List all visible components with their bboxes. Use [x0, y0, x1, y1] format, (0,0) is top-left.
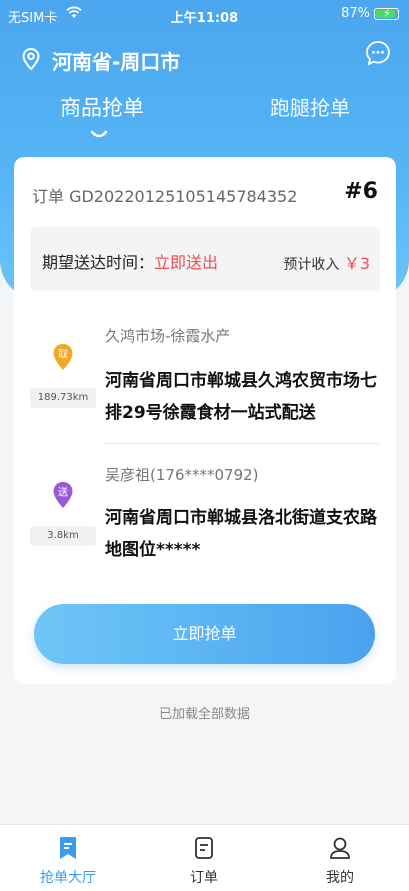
- all-loaded-text: 已加载全部数据: [158, 707, 250, 722]
- nav-mine[interactable]: 我的: [300, 833, 380, 887]
- income-value: ￥3: [343, 254, 370, 273]
- nav-label: 订单: [190, 870, 218, 886]
- pickup-distance: 189.73km: [30, 388, 96, 408]
- document-icon: [164, 833, 244, 863]
- location-selector[interactable]: 河南省-周口市: [22, 46, 180, 75]
- pickup-name: 久鸿市场-徐霞水产: [105, 327, 231, 345]
- bottom-nav: 抢单大厅 订单 我的: [0, 824, 409, 891]
- expect-value: 立即送出: [154, 253, 219, 272]
- battery-percent: 87%: [341, 6, 370, 21]
- grab-order-button[interactable]: 立即抢单: [34, 604, 375, 664]
- message-icon[interactable]: [365, 40, 391, 70]
- location-label: 河南省-周口市: [52, 50, 181, 74]
- status-bar: 无SIM卡 上午11:08 87% ⚡: [0, 0, 409, 30]
- income-label: 预计收入: [283, 257, 340, 273]
- battery-indicator: 87% ⚡: [341, 6, 399, 21]
- delivery-badge: 送: [58, 486, 68, 499]
- expect-time: 期望送达时间：立即送出: [42, 249, 218, 273]
- nav-label: 抢单大厅: [40, 870, 96, 886]
- tab-bar: 商品抢单 跑腿抢单: [0, 92, 409, 142]
- nav-orders[interactable]: 订单: [164, 833, 244, 887]
- delivery-contact: 吴彦祖(176****0792): [105, 466, 259, 484]
- order-number: 订单 GD20220125105145784352: [32, 187, 298, 206]
- order-index: #6: [344, 179, 378, 204]
- user-icon: [300, 833, 380, 863]
- pickup-address: 河南省周口市郸城县久鸿农贸市场七排29号徐霞食材一站式配送: [105, 371, 377, 423]
- tab-goods-grab[interactable]: 商品抢单: [60, 92, 144, 122]
- divider: [104, 443, 380, 444]
- order-card: 订单 GD20220125105145784352 #6 期望送达时间：立即送出…: [14, 157, 396, 684]
- battery-icon: ⚡: [374, 7, 399, 20]
- expected-income: 预计收入 ￥3: [283, 250, 370, 274]
- delivery-address: 河南省周口市郸城县洛北街道支农路地图位*****: [105, 508, 377, 560]
- delivery-distance: 3.8km: [30, 526, 96, 546]
- delivery-pin-icon: 送: [53, 482, 73, 508]
- expect-label: 期望送达时间：: [42, 253, 155, 272]
- nav-grab-hall[interactable]: 抢单大厅: [28, 833, 108, 887]
- tab-errand-grab[interactable]: 跑腿抢单: [270, 92, 350, 121]
- delivery-time-panel: 期望送达时间：立即送出 预计收入 ￥3: [30, 227, 380, 291]
- bookmark-icon: [28, 833, 108, 863]
- pickup-pin-icon: 取: [53, 344, 73, 370]
- active-tab-indicator: [90, 130, 108, 138]
- nav-label: 我的: [326, 870, 354, 886]
- pickup-badge: 取: [58, 349, 68, 361]
- location-pin-icon: [22, 47, 40, 74]
